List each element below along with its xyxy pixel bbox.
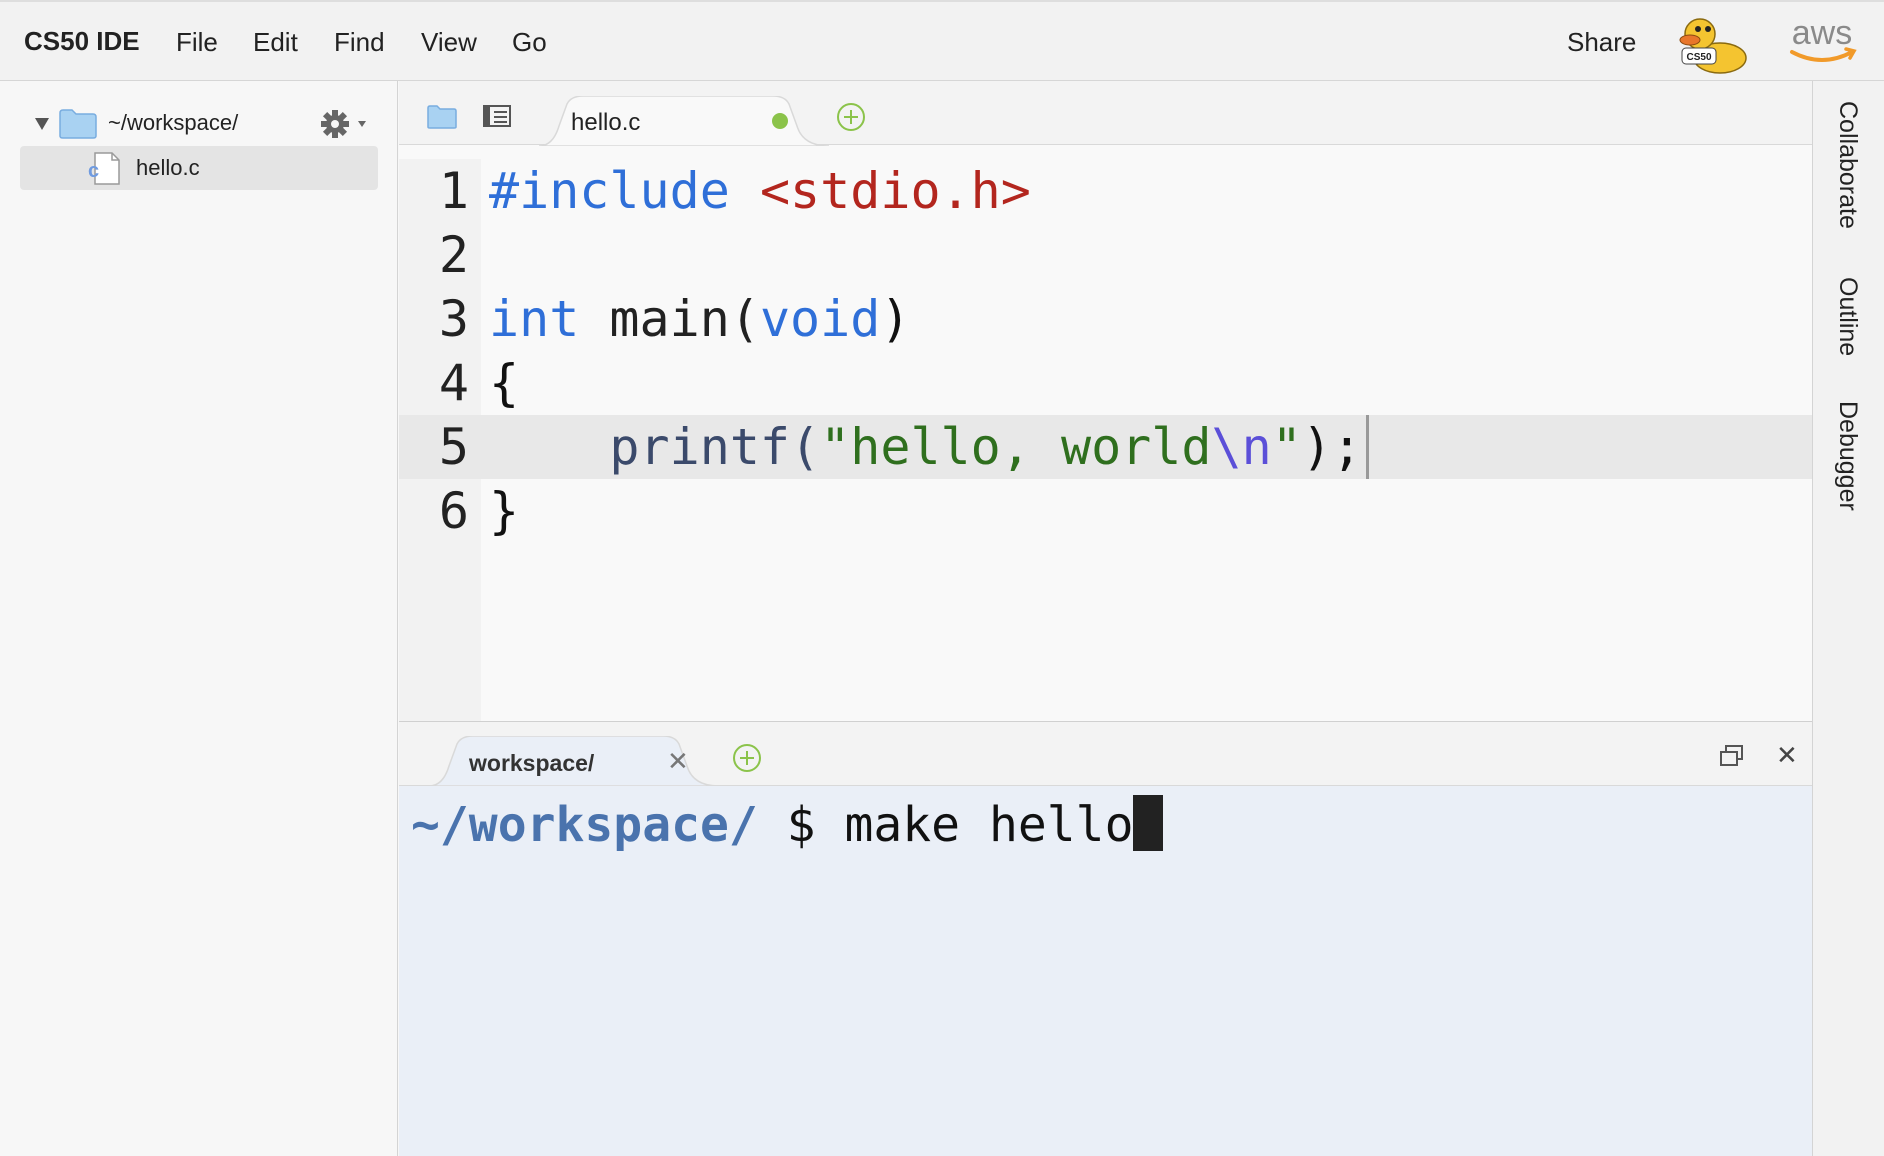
menu-find[interactable]: Find: [334, 27, 385, 58]
restore-panel-icon[interactable]: [1719, 744, 1745, 768]
code-token: #include: [489, 162, 760, 220]
duck-logo-icon[interactable]: CS50: [1678, 10, 1748, 76]
text-cursor: [1366, 415, 1369, 479]
add-terminal-icon[interactable]: [731, 742, 763, 774]
code-line[interactable]: 2: [399, 223, 1812, 287]
aws-logo-icon: aws: [1790, 14, 1857, 62]
code-token: printf(: [489, 418, 821, 476]
code-line[interactable]: 1 #include <stdio.h>: [399, 159, 1812, 223]
tab-debugger[interactable]: Debugger: [1833, 401, 1862, 511]
unsaved-dot-icon: [772, 113, 788, 129]
close-icon[interactable]: ✕: [667, 746, 689, 777]
code-token: void: [759, 290, 881, 348]
tab-collaborate[interactable]: Collaborate: [1833, 101, 1862, 229]
terminal-line[interactable]: ~/workspace/ $ make hello: [411, 794, 1164, 856]
code-token: "hello, world: [820, 418, 1212, 476]
terminal-cursor: [1133, 795, 1164, 851]
file-tree-panel: ~/workspace/ c hello.c: [0, 81, 398, 1156]
code-text: #include <stdio.h>: [489, 159, 1031, 223]
app-brand: CS50 IDE: [24, 26, 140, 56]
menu-edit[interactable]: Edit: [253, 27, 298, 58]
code-text: }: [489, 479, 519, 543]
line-number: 5: [438, 418, 469, 476]
code-line[interactable]: 4{: [399, 351, 1812, 415]
expand-triangle-icon[interactable]: [34, 117, 50, 131]
line-number: 4: [438, 354, 469, 412]
tab-hello-c[interactable]: [539, 96, 1239, 146]
tab-hello-c-label: hello.c: [571, 109, 641, 136]
menu-view[interactable]: View: [421, 27, 477, 58]
terminal-tab-label: workspace/: [469, 750, 595, 776]
duck-badge-text: CS50: [1686, 52, 1711, 63]
code-text: int main(void): [489, 287, 910, 351]
menubar: CS50 IDE File Edit Find View Go Share CS…: [0, 0, 1884, 81]
code-token: <stdio.h>: [759, 162, 1031, 220]
code-text: printf("hello, world\n");: [489, 415, 1362, 479]
navigate-list-icon[interactable]: [483, 103, 513, 129]
editor-tab-bar: hello.c: [399, 81, 1812, 146]
code-token: ": [1271, 418, 1302, 476]
code-line[interactable]: 6}: [399, 479, 1812, 543]
code-text: {: [489, 351, 519, 415]
add-tab-icon[interactable]: [835, 101, 867, 133]
terminal-tab-bar: workspace/ ✕ ✕: [399, 722, 1812, 786]
code-token: }: [489, 482, 520, 540]
right-tab-rail: Collaborate Outline Debugger: [1812, 81, 1884, 1156]
code-token: ): [880, 290, 911, 348]
editor-pane: hello.c 1 #include <stdio.h> 2 3 int main(vo…: [399, 81, 1812, 721]
code-token: int: [489, 290, 580, 348]
line-number: 6: [438, 482, 469, 540]
terminal-pane: workspace/ ✕ ✕ ~/workspace/ $ make hello: [399, 721, 1812, 1156]
terminal-prompt: ~/workspace/: [411, 797, 758, 853]
folder-icon: [59, 109, 97, 139]
share-button[interactable]: Share: [1567, 27, 1636, 58]
code-line[interactable]: 3 int main(void): [399, 287, 1812, 351]
line-number: 1: [438, 162, 469, 220]
code-token: );: [1301, 418, 1363, 476]
code-token: \n: [1211, 418, 1272, 476]
code-token: main(: [579, 290, 760, 348]
folder-icon[interactable]: [427, 105, 457, 129]
close-panel-icon[interactable]: ✕: [1776, 740, 1798, 771]
menu-file[interactable]: File: [176, 27, 218, 58]
tree-file-hello-c[interactable]: c hello.c: [20, 146, 378, 190]
tree-file-label: hello.c: [136, 155, 200, 180]
line-number: 3: [438, 290, 469, 348]
line-number: 2: [438, 226, 469, 284]
aws-logo-text: aws: [1792, 14, 1852, 52]
terminal-command: make hello: [844, 797, 1134, 853]
menu-go[interactable]: Go: [512, 27, 547, 58]
c-file-icon: c: [88, 152, 120, 185]
code-line[interactable]: 5 printf("hello, world\n");: [399, 415, 1812, 479]
terminal-dollar: $: [757, 797, 845, 853]
code-area[interactable]: 1 #include <stdio.h> 2 3 int main(void) 4{5 p…: [399, 159, 1812, 721]
svg-text:c: c: [88, 160, 99, 182]
tree-root-label: ~/workspace/: [108, 110, 239, 135]
tab-outline[interactable]: Outline: [1833, 277, 1862, 356]
code-token: {: [489, 354, 520, 412]
gear-icon[interactable]: [320, 109, 368, 139]
